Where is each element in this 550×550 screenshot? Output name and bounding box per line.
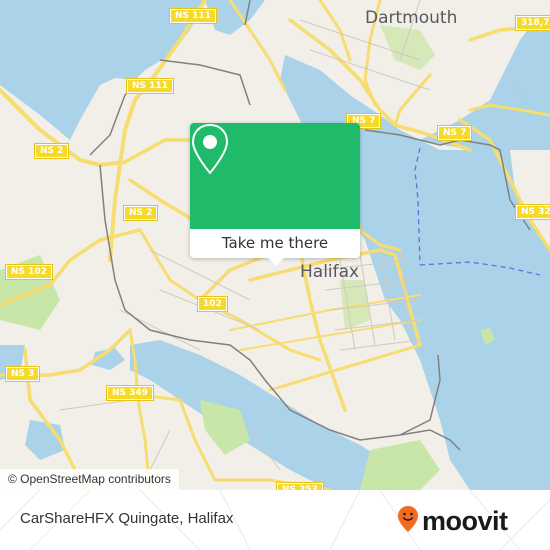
route-shield: NS 111 [169,8,217,24]
city-label-halifax: Halifax [300,262,360,282]
footer: CarShareHFX Quingate, Halifax moovit [0,490,550,550]
route-shield: NS 3 [4,366,41,382]
moovit-pin-icon [397,505,419,537]
route-shield: 102 [197,296,228,312]
route-shield: NS 102 [5,264,53,280]
route-shield: 318,7 [514,15,550,31]
route-shield: NS 253 [276,482,324,490]
moovit-wordmark: moovit [422,505,508,536]
route-shield: NS 2 [122,205,159,221]
city-label-dartmouth: Dartmouth [365,8,458,28]
route-shield: NS 2 [33,143,70,159]
route-shield: NS 7 [436,125,473,141]
popup-header [190,123,360,229]
location-title: CarShareHFX Quingate, Halifax [20,510,234,527]
map-attribution[interactable]: © OpenStreetMap contributors [0,469,179,490]
popup-pointer [268,258,284,266]
map[interactable]: Dartmouth Halifax NS 111 NS 111 NS 2 NS … [0,0,550,490]
destination-popup: Take me there [190,123,360,266]
route-shield: NS 349 [106,385,154,401]
route-shield: NS 111 [126,78,174,94]
moovit-logo[interactable]: moovit [397,505,508,537]
take-me-there-button[interactable]: Take me there [190,229,360,258]
route-shield: NS 32 [515,204,550,220]
